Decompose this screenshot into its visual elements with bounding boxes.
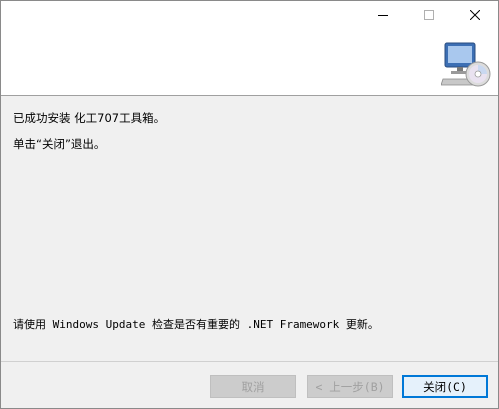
close-icon [469, 9, 481, 23]
divider [1, 361, 498, 362]
installer-window: 已成功安装 化工707工具箱。 单击“关闭”退出。 请使用 Windows Up… [0, 0, 499, 409]
back-button[interactable]: < 上一步(B) [307, 375, 393, 398]
close-button[interactable]: 关闭(C) [402, 375, 488, 398]
minimize-icon [378, 9, 388, 23]
header-banner [1, 31, 498, 96]
success-message: 已成功安装 化工707工具箱。 [13, 111, 166, 125]
exit-instruction: 单击“关闭”退出。 [13, 137, 106, 151]
update-notice: 请使用 Windows Update 检查是否有重要的 .NET Framewo… [13, 318, 379, 331]
maximize-button[interactable] [406, 1, 452, 31]
maximize-icon [424, 9, 434, 23]
title-bar [1, 1, 498, 31]
close-window-button[interactable] [452, 1, 498, 31]
computer-cd-icon [440, 39, 491, 89]
content-area: 已成功安装 化工707工具箱。 单击“关闭”退出。 请使用 Windows Up… [1, 96, 498, 361]
minimize-button[interactable] [360, 1, 406, 31]
cancel-button[interactable]: 取消 [210, 375, 296, 398]
